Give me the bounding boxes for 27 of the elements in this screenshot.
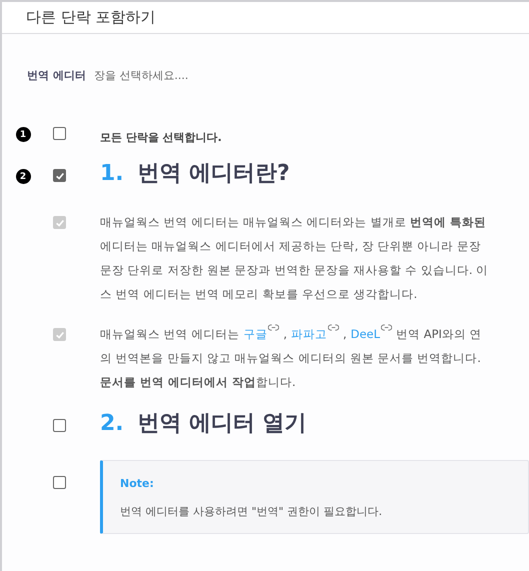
paragraph-text: 매뉴얼웍스 번역 에디터는 매뉴얼웍스 에디터와는 별개로 번역에 특화된 — [100, 214, 486, 231]
option-label: 모든 단락을 선택합니다. — [100, 131, 222, 144]
checkbox[interactable] — [53, 127, 66, 140]
paragraph-text: , — [283, 326, 287, 343]
section-heading: 1. 번역 에디터란? — [100, 160, 291, 188]
section-heading: 2. 번역 에디터 열기 — [100, 410, 308, 438]
dialog-title: 다른 단락 포함하기 — [26, 8, 156, 27]
paragraph-text: 문서를 번역 에디터에서 작업합니다. — [100, 374, 296, 391]
paragraph-text: 에디터는 매뉴얼웍스 에디터에서 제공하는 단락, 장 단위뿐 아니라 문장 — [100, 238, 481, 255]
paragraph-text: 매뉴얼웍스 번역 에디터는 — [100, 326, 240, 343]
link-icon — [328, 324, 339, 331]
note-title: Note: — [120, 477, 155, 490]
paragraph-text: 스 번역 에디터는 번역 메모리 확보를 우선으로 생각합니다. — [100, 286, 418, 303]
checkbox[interactable] — [53, 419, 66, 432]
paragraph-text: 번역 API와의 연 — [396, 326, 482, 343]
link-icon — [381, 324, 392, 331]
checkbox[interactable] — [53, 169, 66, 182]
checkbox[interactable] — [53, 476, 66, 489]
field-label: 번역 에디터 — [27, 68, 86, 82]
paragraph-text: 문장 단위로 저장한 원본 문장과 번역한 문장을 재사용할 수 있습니다. 이 — [100, 262, 488, 279]
note-text: 번역 에디터를 사용하려면 "번역" 권한이 필요합니다. — [120, 504, 384, 519]
paragraph-text: 의 번역본을 만들지 않고 매뉴얼웍스 에디터의 원본 문서를 번역합니다. — [100, 350, 481, 367]
paragraph-text: , — [342, 326, 347, 343]
step-badge: 2 — [16, 169, 30, 184]
link-icon — [268, 324, 280, 331]
step-badge: 1 — [16, 127, 30, 142]
chapter-select-field[interactable]: 장을 선택하세요.... — [94, 68, 294, 82]
